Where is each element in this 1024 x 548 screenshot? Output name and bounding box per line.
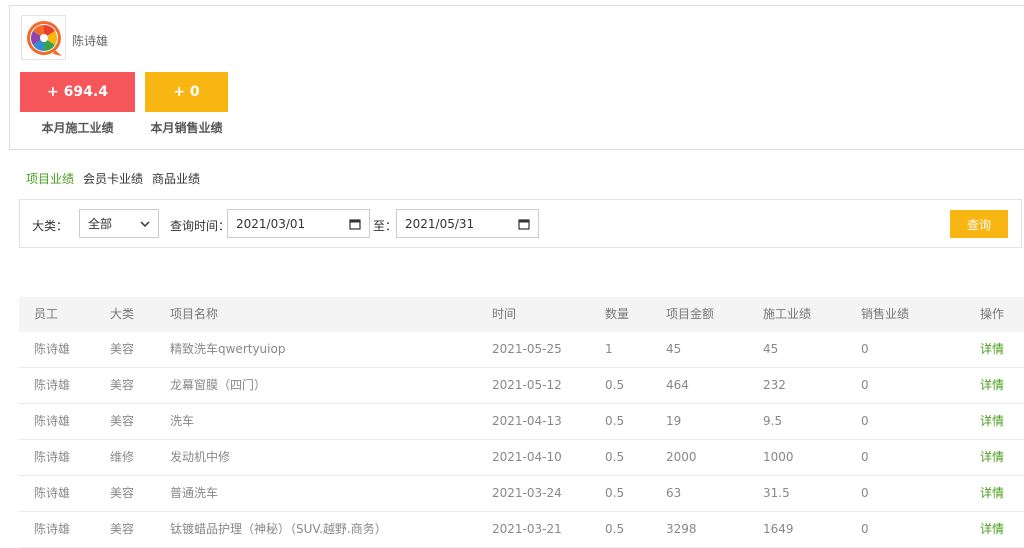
cell-sales-performance: 0 — [861, 414, 869, 428]
cell-time: 2021-05-12 — [492, 378, 562, 392]
header-project-name: 项目名称 — [170, 307, 219, 321]
start-date-input[interactable]: 2021/03/01 — [227, 209, 370, 238]
cell-category: 美容 — [110, 342, 135, 356]
cell-category: 美容 — [110, 378, 135, 392]
cell-sales-performance: 0 — [861, 486, 869, 500]
cell-construction-performance: 31.5 — [763, 486, 790, 500]
cell-project-name: 普通洗车 — [170, 486, 219, 500]
performance-table: 员工 大类 项目名称 时间 数量 项目金额 施工业绩 销售业绩 操作 陈诗雄 美… — [19, 297, 1024, 548]
cell-time: 2021-05-25 — [492, 342, 562, 356]
table-row: 陈诗雄 美容 龙幕窗膜（四门） 2021-05-12 0.5 464 232 0… — [19, 368, 1024, 404]
cell-time: 2021-04-10 — [492, 450, 562, 464]
cell-employee: 陈诗雄 — [34, 450, 71, 464]
end-date-input[interactable]: 2021/05/31 — [396, 209, 539, 238]
cell-construction-performance: 232 — [763, 378, 786, 392]
table-row: 陈诗雄 美容 普通洗车 2021-03-24 0.5 63 31.5 0 详情 — [19, 476, 1024, 512]
avatar — [21, 15, 66, 60]
cell-quantity: 0.5 — [605, 450, 625, 464]
category-select[interactable]: 全部 — [79, 209, 159, 238]
cell-category: 美容 — [110, 414, 135, 428]
tab-membership-card-performance[interactable]: 会员卡业绩 — [83, 170, 143, 187]
cell-project-amount: 2000 — [666, 450, 697, 464]
cell-quantity: 1 — [605, 342, 613, 356]
cell-quantity: 0.5 — [605, 486, 625, 500]
cell-employee: 陈诗雄 — [34, 378, 71, 392]
detail-link[interactable]: 详情 — [980, 368, 1004, 403]
cell-category: 美容 — [110, 486, 135, 500]
cell-category: 维修 — [110, 450, 135, 464]
cell-sales-performance: 0 — [861, 342, 869, 356]
user-name: 陈诗雄 — [72, 34, 109, 48]
tab-goods-performance[interactable]: 商品业绩 — [152, 170, 200, 187]
cell-time: 2021-04-13 — [492, 414, 562, 428]
construction-performance-label: 本月施工业绩 — [41, 121, 114, 135]
table-row: 陈诗雄 美容 洗车 2021-04-13 0.5 19 9.5 0 详情 — [19, 404, 1024, 440]
detail-link[interactable]: 详情 — [980, 440, 1004, 475]
detail-link[interactable]: 详情 — [980, 476, 1004, 511]
cell-project-amount: 19 — [666, 414, 682, 428]
query-button[interactable]: 查询 — [950, 210, 1008, 238]
cell-project-amount: 464 — [666, 378, 689, 392]
cell-project-name: 精致洗车qwertyuiop — [170, 342, 286, 356]
chevron-down-icon — [140, 220, 150, 227]
cell-employee: 陈诗雄 — [34, 342, 71, 356]
category-select-value: 全部 — [88, 217, 113, 231]
to-label: 至： — [373, 219, 398, 233]
table-row: 陈诗雄 美容 钛镀蜡品护理（神秘）（SUV.越野.商务） 2021-03-21 … — [19, 512, 1024, 548]
cell-project-name: 洗车 — [170, 414, 195, 428]
table-header-row: 员工 大类 项目名称 时间 数量 项目金额 施工业绩 销售业绩 操作 — [19, 297, 1024, 332]
sales-performance-value: + 0 — [145, 72, 228, 112]
cell-time: 2021-03-24 — [492, 486, 562, 500]
cell-construction-performance: 1000 — [763, 450, 794, 464]
header-time: 时间 — [492, 307, 517, 321]
header-construction-performance: 施工业绩 — [763, 307, 812, 321]
category-label: 大类： — [32, 219, 69, 233]
header-sales-performance: 销售业绩 — [861, 307, 910, 321]
cell-construction-performance: 45 — [763, 342, 779, 356]
start-date-value: 2021/03/01 — [236, 216, 306, 231]
cell-sales-performance: 0 — [861, 450, 869, 464]
performance-tabs: 项目业绩 会员卡业绩 商品业绩 — [26, 170, 200, 187]
table-row: 陈诗雄 维修 发动机中修 2021-04-10 0.5 2000 1000 0 … — [19, 440, 1024, 476]
cell-sales-performance: 0 — [861, 378, 869, 392]
end-date-value: 2021/05/31 — [405, 216, 475, 231]
sales-performance-label: 本月销售业绩 — [150, 121, 223, 135]
profile-card: 陈诗雄 + 694.4 + 0 本月施工业绩 本月销售业绩 — [9, 5, 1024, 150]
table-row: 陈诗雄 美容 精致洗车qwertyuiop 2021-05-25 1 45 45… — [19, 332, 1024, 368]
calendar-icon — [349, 218, 361, 230]
cell-quantity: 0.5 — [605, 378, 625, 392]
tab-project-performance[interactable]: 项目业绩 — [26, 170, 74, 187]
header-project-amount: 项目金额 — [666, 307, 715, 321]
header-actions: 操作 — [980, 307, 1005, 321]
cell-project-name: 发动机中修 — [170, 450, 231, 464]
cell-project-name: 龙幕窗膜（四门） — [170, 378, 267, 392]
header-category: 大类 — [110, 307, 135, 321]
filter-bar: 大类： 全部 查询时间： 2021/03/01 至： 2021/05/31 查询 — [19, 199, 1022, 248]
cell-quantity: 0.5 — [605, 414, 625, 428]
cell-project-amount: 63 — [666, 486, 682, 500]
detail-link[interactable]: 详情 — [980, 404, 1004, 439]
calendar-icon — [518, 218, 530, 230]
cell-employee: 陈诗雄 — [34, 414, 71, 428]
cell-construction-performance: 9.5 — [763, 414, 783, 428]
header-employee: 员工 — [34, 307, 59, 321]
query-time-label: 查询时间： — [170, 219, 231, 233]
header-quantity: 数量 — [605, 307, 630, 321]
detail-link[interactable]: 详情 — [980, 332, 1004, 367]
cell-employee: 陈诗雄 — [34, 486, 71, 500]
cell-project-amount: 45 — [666, 342, 682, 356]
construction-performance-value: + 694.4 — [20, 72, 135, 112]
film-reel-icon — [26, 20, 62, 56]
